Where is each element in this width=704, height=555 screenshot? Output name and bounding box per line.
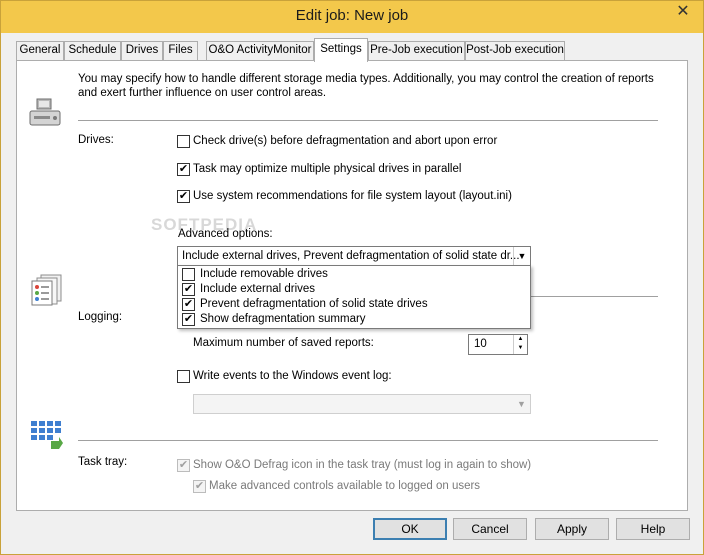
advanced-options-dropdown: Include removable drives ✔ Include exter… [177, 265, 531, 329]
include-removable-checkbox[interactable] [182, 268, 195, 281]
dropdown-item[interactable]: ✔ Show defragmentation summary [181, 312, 527, 327]
chevron-down-icon[interactable]: ▼ [513, 395, 530, 413]
event-log-select[interactable]: ▼ [193, 394, 531, 414]
tab-settings[interactable]: Settings [314, 38, 368, 62]
optimize-parallel-label[interactable]: Task may optimize multiple physical driv… [193, 163, 461, 175]
dropdown-item[interactable]: ✔ Prevent defragmentation of solid state… [181, 297, 527, 312]
apply-button[interactable]: Apply [535, 518, 609, 540]
edit-job-window: Edit job: New job ✕ General Schedule Dri… [0, 0, 704, 555]
show-summary-checkbox[interactable]: ✔ [182, 313, 195, 326]
advanced-options-value: Include external drives, Prevent defragm… [182, 250, 520, 262]
report-pages-icon [29, 273, 65, 307]
max-reports-stepper[interactable]: 10 ▲ ▼ [468, 334, 528, 355]
advanced-controls-label[interactable]: Make advanced controls available to logg… [209, 480, 480, 492]
event-log-checkbox[interactable] [177, 370, 190, 383]
close-icon[interactable]: ✕ [668, 2, 698, 22]
chevron-down-icon[interactable]: ▼ [513, 247, 530, 265]
tab-drives[interactable]: Drives [121, 41, 163, 61]
stepper-up-icon[interactable]: ▲ [514, 335, 527, 344]
ok-button[interactable]: OK [373, 518, 447, 540]
check-before-label[interactable]: Check drive(s) before defragmentation an… [193, 135, 497, 147]
show-tray-icon-checkbox[interactable]: ✔ [177, 459, 190, 472]
divider [78, 440, 658, 441]
grid-tray-icon [29, 419, 65, 451]
show-tray-icon-label[interactable]: Show O&O Defrag icon in the task tray (m… [193, 459, 531, 471]
prevent-ssd-defrag-checkbox[interactable]: ✔ [182, 298, 195, 311]
dropdown-item-label: Show defragmentation summary [200, 313, 366, 325]
system-recommendations-checkbox[interactable]: ✔ [177, 190, 190, 203]
divider [78, 120, 658, 121]
check-before-checkbox[interactable] [177, 135, 190, 148]
optimize-parallel-checkbox[interactable]: ✔ [177, 163, 190, 176]
max-reports-label: Maximum number of saved reports: [193, 337, 374, 349]
tab-activitymonitor[interactable]: O&O ActivityMonitor [206, 41, 314, 61]
tab-post-job-execution[interactable]: Post-Job execution [465, 41, 565, 61]
divider [531, 296, 658, 297]
event-log-label[interactable]: Write events to the Windows event log: [193, 370, 392, 382]
computer-drive-icon [28, 97, 64, 129]
advanced-options-combobox[interactable]: Include external drives, Prevent defragm… [177, 246, 531, 266]
dropdown-item[interactable]: Include removable drives [181, 267, 527, 282]
system-recommendations-label[interactable]: Use system recommendations for file syst… [193, 190, 512, 202]
drives-section-label: Drives: [78, 134, 114, 146]
dropdown-item-label: Include external drives [200, 283, 316, 295]
tab-schedule[interactable]: Schedule [64, 41, 121, 61]
max-reports-value: 10 [474, 338, 487, 350]
task-tray-section-label: Task tray: [78, 456, 128, 468]
logging-section-label: Logging: [78, 311, 123, 323]
dropdown-item-label: Include removable drives [200, 268, 328, 280]
intro-text: You may specify how to handle different … [78, 73, 654, 99]
help-button[interactable]: Help [616, 518, 690, 540]
tab-general[interactable]: General [16, 41, 64, 61]
advanced-controls-checkbox[interactable]: ✔ [193, 480, 206, 493]
include-external-checkbox[interactable]: ✔ [182, 283, 195, 296]
dropdown-item[interactable]: ✔ Include external drives [181, 282, 527, 297]
cancel-button[interactable]: Cancel [453, 518, 527, 540]
tab-pre-job-execution[interactable]: Pre-Job execution [368, 41, 465, 61]
advanced-options-label: Advanced options: [178, 228, 273, 240]
dropdown-item-label: Prevent defragmentation of solid state d… [200, 298, 428, 310]
stepper-down-icon[interactable]: ▼ [514, 344, 527, 353]
window-title: Edit job: New job [295, 7, 409, 24]
title-bar: Edit job: New job ✕ [1, 1, 703, 33]
tab-files[interactable]: Files [163, 41, 198, 61]
